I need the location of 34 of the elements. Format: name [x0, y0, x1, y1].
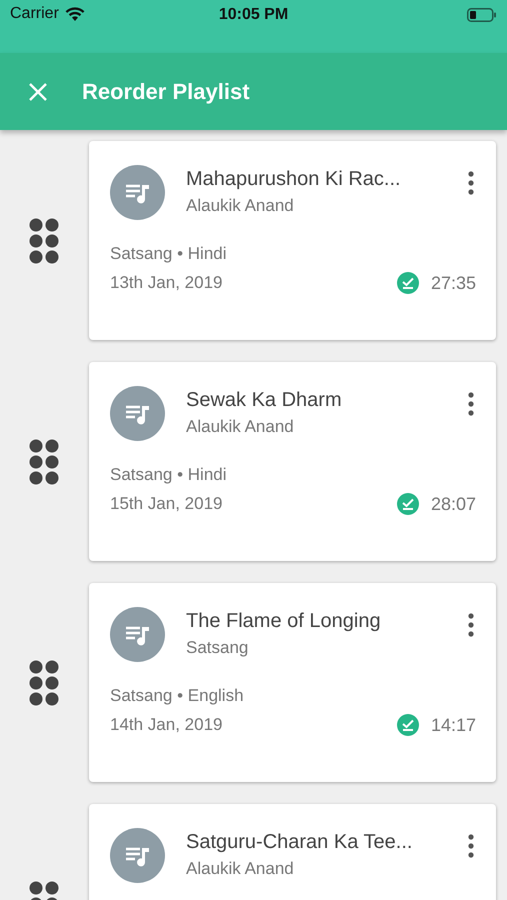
track-artist: Alaukik Anand	[186, 417, 295, 437]
track-card[interactable]: Satguru-Charan Ka Tee... Alaukik Anand	[89, 804, 496, 900]
carrier-label: Carrier	[10, 5, 59, 23]
track-date: 15th Jan, 2019	[110, 494, 224, 514]
screen-title: Reorder Playlist	[82, 78, 250, 104]
track-artist: Alaukik Anand	[186, 196, 295, 216]
drag-handle-icon[interactable]	[29, 218, 59, 264]
track-card[interactable]: Mahapurushon Ki Rac... Alaukik Anand Satsang • Hindi 13th Jan, 2019 27:35	[89, 141, 496, 340]
track-date: 13th Jan, 2019	[110, 273, 224, 293]
drag-handle-icon[interactable]	[29, 438, 59, 484]
more-icon	[468, 171, 474, 195]
track-title: The Flame of Longing	[186, 610, 382, 633]
more-icon	[468, 392, 474, 416]
close-icon	[28, 82, 48, 102]
battery-icon	[467, 8, 497, 22]
track-duration: 27:35	[430, 272, 476, 294]
track-tags: Satsang • English	[110, 686, 476, 706]
track-duration: 28:07	[430, 494, 476, 514]
track-duration: 14:17	[430, 714, 476, 736]
track-date: 14th Jan, 2019	[110, 715, 224, 735]
track-title: Satguru-Charan Ka Tee...	[186, 831, 414, 854]
track-artist: Alaukik Anand	[186, 859, 295, 879]
track-title: Mahapurushon Ki Rac...	[186, 168, 402, 191]
track-tags: Satsang • Hindi	[110, 244, 476, 264]
track-title: Sewak Ka Dharm	[186, 389, 343, 412]
track-card[interactable]: The Flame of Longing Satsang Satsang • English 14th Jan, 2019 14:17	[89, 583, 496, 782]
track-tags: Satsang • Hindi	[110, 465, 476, 485]
track-card[interactable]: Sewak Ka Dharm Alaukik Anand Satsang • Hindi 15th Jan, 2019 28:07	[89, 362, 496, 561]
wifi-icon	[64, 6, 85, 22]
status-time: 10:05 PM	[218, 6, 288, 24]
track-artist: Satsang	[186, 638, 250, 658]
more-icon	[468, 613, 474, 637]
drag-handle-icon[interactable]	[29, 660, 59, 706]
more-icon	[468, 834, 474, 858]
